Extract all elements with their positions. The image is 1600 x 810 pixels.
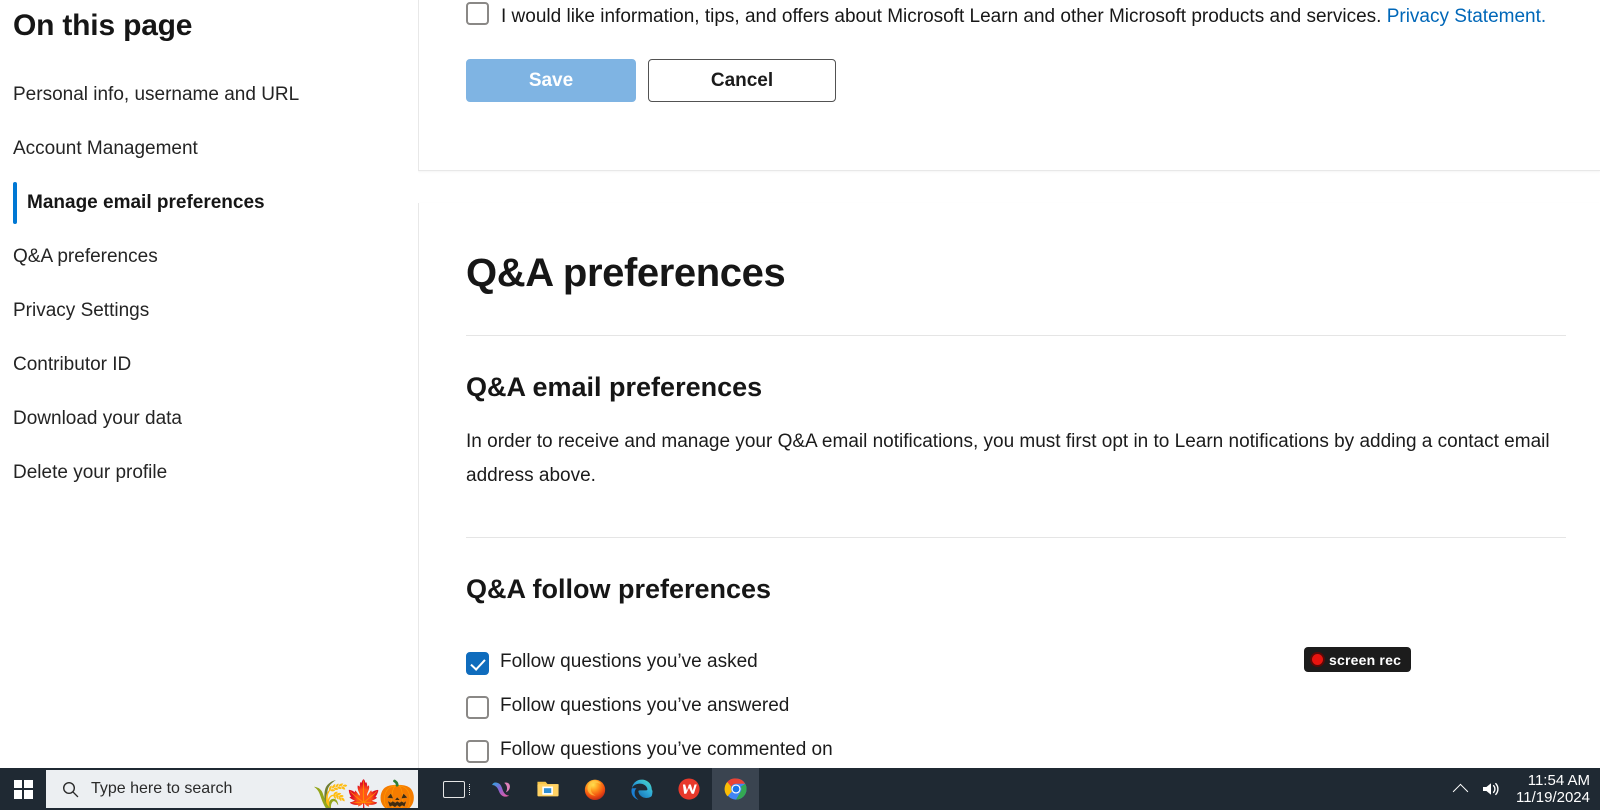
file-explorer-icon	[536, 781, 559, 797]
qa-follow-preferences-heading: Q&A follow preferences	[466, 574, 772, 604]
qa-preferences-card: Q&A preferences Q&A email preferences In…	[418, 203, 1600, 768]
qa-preferences-heading: Q&A preferences	[466, 251, 786, 295]
task-view-icon	[442, 780, 470, 798]
follow-option-row: Follow questions you’ve answered	[466, 684, 1566, 728]
qa-email-preferences-heading: Q&A email preferences	[466, 372, 763, 402]
volume-button[interactable]	[1480, 779, 1502, 799]
taskbar-apps	[430, 768, 759, 810]
save-button[interactable]: Save	[466, 59, 636, 102]
record-dot-icon	[1312, 654, 1323, 665]
marketing-consent-text: I would like information, tips, and offe…	[501, 6, 1387, 27]
sidebar-item-download-your-data[interactable]: Download your data	[0, 392, 418, 446]
microsoft-edge-icon	[630, 779, 652, 800]
sidebar-item-privacy-settings[interactable]: Privacy Settings	[0, 284, 418, 338]
sidebar-item-delete-your-profile[interactable]: Delete your profile	[0, 446, 418, 500]
screen-rec-watermark: screen rec	[1304, 647, 1412, 672]
google-chrome-icon	[724, 778, 747, 800]
show-hidden-icons-button[interactable]	[1452, 782, 1469, 799]
follow-commented-checkbox[interactable]	[466, 739, 489, 763]
google-chrome-button[interactable]	[712, 768, 759, 810]
windows-logo-icon	[13, 779, 33, 799]
sidebar-item-personal-info[interactable]: Personal info, username and URL	[0, 68, 418, 122]
windows-taskbar: Type here to search 🌾🍁🎃 11:54 AM 11/19/2…	[0, 768, 1600, 810]
microsoft-edge-button[interactable]	[618, 768, 665, 810]
marketing-consent-checkbox[interactable]	[466, 2, 489, 25]
follow-commented-label: Follow questions you’ve commented on	[500, 739, 833, 760]
qa-follow-options: Follow questions you’ve asked Follow que…	[466, 607, 1566, 768]
cancel-button[interactable]: Cancel	[648, 59, 836, 102]
email-preferences-card: I would like information, tips, and offe…	[418, 0, 1600, 171]
screen-rec-label: screen rec	[1329, 651, 1402, 668]
sidebar-item-qa-preferences[interactable]: Q&A preferences	[0, 230, 418, 284]
wps-office-icon	[677, 778, 700, 800]
screen-root: On this page Personal info, username and…	[0, 0, 1600, 810]
marketing-consent-label: I would like information, tips, and offe…	[501, 0, 1546, 33]
firefox-button[interactable]	[571, 768, 618, 810]
sidebar-nav: Personal info, username and URL Account …	[0, 68, 418, 500]
follow-asked-label: Follow questions you’ve asked	[500, 651, 758, 672]
sidebar-item-contributor-id[interactable]: Contributor ID	[0, 338, 418, 392]
page-title: On this page	[13, 9, 193, 42]
marketing-consent-row: I would like information, tips, and offe…	[419, 0, 1600, 33]
task-view-button[interactable]	[430, 768, 477, 810]
autumn-decoration-icon: 🌾🍁🎃	[311, 780, 416, 809]
speaker-icon	[1483, 782, 1499, 796]
wps-office-button[interactable]	[665, 768, 712, 810]
copilot-button[interactable]	[477, 768, 524, 810]
follow-asked-checkbox[interactable]	[466, 651, 489, 675]
follow-answered-checkbox[interactable]	[466, 695, 489, 719]
search-input[interactable]: Type here to search 🌾🍁🎃	[46, 770, 418, 808]
firefox-icon	[584, 779, 605, 800]
privacy-statement-link[interactable]: Privacy Statement.	[1387, 6, 1546, 27]
clock-date: 11/19/2024	[1516, 789, 1590, 806]
clock[interactable]: 11:54 AM 11/19/2024	[1516, 772, 1592, 806]
clock-time: 11:54 AM	[1527, 772, 1590, 789]
system-tray: 11:54 AM 11/19/2024	[1452, 768, 1600, 810]
sidebar-item-manage-email-preferences[interactable]: Manage email preferences	[0, 176, 418, 230]
form-actions: Save Cancel	[419, 33, 1600, 102]
search-placeholder: Type here to search	[91, 780, 233, 797]
copilot-icon	[491, 782, 510, 797]
file-explorer-button[interactable]	[524, 768, 571, 810]
start-button[interactable]	[0, 768, 46, 810]
qa-email-preferences-description: In order to receive and manage your Q&A …	[466, 431, 1550, 486]
sidebar-item-account-management[interactable]: Account Management	[0, 122, 418, 176]
follow-option-row: Follow questions you’ve commented on	[466, 728, 1566, 768]
main-content: I would like information, tips, and offe…	[418, 0, 1600, 768]
search-icon	[63, 781, 79, 797]
on-this-page-sidebar: On this page Personal info, username and…	[0, 0, 418, 768]
follow-answered-label: Follow questions you’ve answered	[500, 695, 790, 716]
chevron-up-icon	[1452, 783, 1469, 799]
